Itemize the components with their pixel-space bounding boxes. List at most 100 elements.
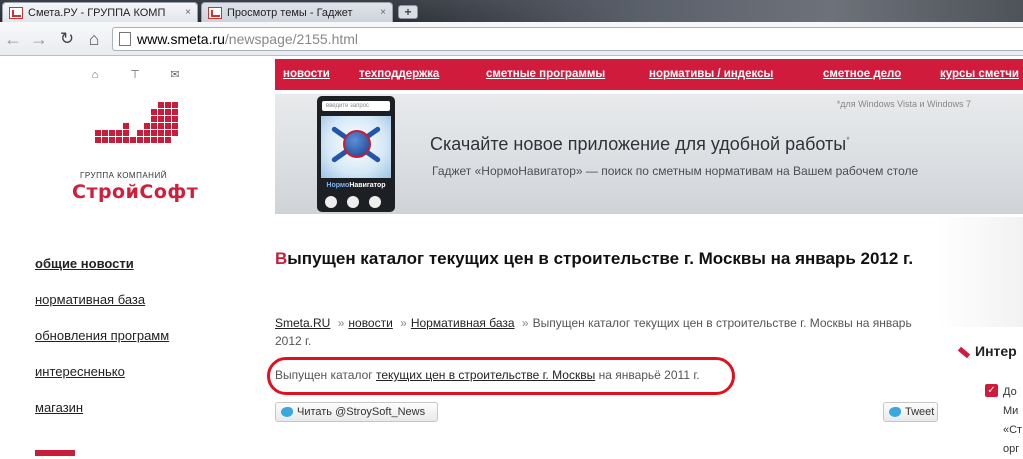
banner-asterisk: * xyxy=(846,135,850,145)
menu-normatives[interactable]: нормативы / индексы xyxy=(649,68,773,80)
highlight-annotation xyxy=(267,357,735,395)
breadcrumb-separator: » xyxy=(337,316,345,330)
people-icon xyxy=(347,196,359,208)
globe-icon xyxy=(343,130,371,158)
banner-subline: Гаджет «НормоНавигатор» — поиск по сметн… xyxy=(432,164,919,178)
logo-pixel xyxy=(123,130,129,136)
menu-support[interactable]: техподдержка xyxy=(359,68,439,80)
home-icon[interactable]: ⌂ xyxy=(83,28,105,50)
banner-note: *для Windows Vista и Windows 7 xyxy=(836,99,971,109)
tab-title: Смета.РУ - ГРУППА КОМП xyxy=(28,6,166,19)
gadget-image: введите запрос НормоНавигатор xyxy=(317,96,395,212)
logo-pixel xyxy=(172,123,178,129)
logo-pixel xyxy=(165,116,171,122)
left-nav: общие новости нормативная база обновлени… xyxy=(35,256,169,456)
reload-icon[interactable]: ↻ xyxy=(56,28,78,50)
help-icon xyxy=(369,196,381,208)
logo-mark[interactable] xyxy=(95,102,178,152)
logo-pixel xyxy=(158,116,164,122)
logo-pixel xyxy=(165,137,171,143)
gadget-label-b: Навигатор xyxy=(349,182,386,189)
logo-name[interactable]: СтройСофт xyxy=(72,181,198,203)
pencil-icon xyxy=(957,346,971,359)
menu-news[interactable]: новости xyxy=(283,68,330,80)
logo-pixel xyxy=(151,109,157,115)
breadcrumb-separator: » xyxy=(521,316,529,330)
breadcrumb-home[interactable]: Smeta.RU xyxy=(275,316,330,330)
gadget-label-a: Нормо xyxy=(326,182,350,189)
breadcrumb-news[interactable]: новости xyxy=(348,316,392,330)
tab-close-icon[interactable]: × xyxy=(185,7,191,18)
url-path: /newspage/2155.html xyxy=(224,31,359,47)
address-bar[interactable]: www.smeta.ru/newspage/2155.html xyxy=(112,27,1023,51)
gadget-screen xyxy=(321,116,391,178)
favicon-icon xyxy=(9,6,23,19)
nav-normative-base[interactable]: нормативная база xyxy=(35,292,169,328)
tab-smeta[interactable]: Смета.РУ - ГРУППА КОМП × xyxy=(2,2,198,22)
browser-toolbar: ← → ↻ ⌂ www.smeta.ru/newspage/2155.html xyxy=(0,22,1023,56)
top-menu: новости техподдержка сметные программы н… xyxy=(275,59,1023,90)
logo-pixel xyxy=(95,130,101,136)
forward-arrow-icon[interactable]: → xyxy=(28,28,50,50)
logo-pixel xyxy=(144,123,150,129)
nav-program-updates[interactable]: обновления программ xyxy=(35,328,169,364)
next-section-heading xyxy=(35,450,75,456)
logo-subtitle: ГРУППА КОМПАНИЙ xyxy=(80,171,167,180)
logo-pixel xyxy=(158,123,164,129)
header-icons: ⌂ ⊤ ✉ xyxy=(88,69,182,81)
logo-pixel xyxy=(151,123,157,129)
follow-label: Читать @StroySoft_News xyxy=(297,406,426,418)
menu-courses[interactable]: курсы сметчи xyxy=(940,68,1019,80)
breadcrumb-section[interactable]: Нормативная база xyxy=(411,316,515,330)
logo-pixel xyxy=(123,123,129,129)
tab-gadget-topic[interactable]: Просмотр темы - Гаджет × xyxy=(201,2,393,22)
logo-pixel xyxy=(144,130,150,136)
page-icon xyxy=(119,32,131,46)
tweet-button[interactable]: Tweet xyxy=(883,402,938,422)
back-arrow-icon[interactable]: ← xyxy=(2,28,24,50)
nav-interesting[interactable]: интересненько xyxy=(35,364,169,400)
right-column-line: орг xyxy=(1003,443,1020,455)
article-title: Выпущен каталог текущих цен в строительс… xyxy=(275,249,935,269)
logo-pixel xyxy=(151,130,157,136)
user-icon xyxy=(325,196,337,208)
mail-icon[interactable]: ✉ xyxy=(168,69,182,81)
right-column-item[interactable]: До Ми «Ст орг xyxy=(1003,383,1022,459)
nav-general-news[interactable]: общие новости xyxy=(35,256,169,292)
logo-pixel xyxy=(172,116,178,122)
right-column-line: Ми xyxy=(1003,405,1019,417)
new-tab-button[interactable]: + xyxy=(398,5,418,19)
tweet-label: Tweet xyxy=(905,406,935,418)
logo-pixel xyxy=(151,137,157,143)
logo-pixel xyxy=(109,130,115,136)
follow-twitter-button[interactable]: Читать @StroySoft_News xyxy=(275,402,438,422)
tab-close-icon[interactable]: × xyxy=(380,7,386,18)
right-column-line: «Ст xyxy=(1003,424,1023,436)
logo-pixel xyxy=(137,130,143,136)
tab-strip: Смета.РУ - ГРУППА КОМП × Просмотр темы -… xyxy=(0,0,1023,22)
logo-pixel xyxy=(116,130,122,136)
twitter-bird-icon xyxy=(889,407,901,417)
window-background xyxy=(383,0,1023,22)
logo-pixel xyxy=(158,102,164,108)
home-icon[interactable]: ⌂ xyxy=(88,69,102,81)
logo-pixel xyxy=(172,102,178,108)
logo-pixel xyxy=(172,130,178,136)
promo-banner[interactable]: *для Windows Vista и Windows 7 введите з… xyxy=(275,94,1023,214)
nav-shop[interactable]: магазин xyxy=(35,400,169,436)
logo-pixel xyxy=(130,137,136,143)
logo-pixel xyxy=(165,130,171,136)
tab-title: Просмотр темы - Гаджет xyxy=(227,6,353,19)
logo-pixel xyxy=(165,109,171,115)
banner-headline: Скачайте новое приложение для удобной ра… xyxy=(430,134,850,155)
right-column-line: До xyxy=(1003,386,1017,398)
sitemap-icon[interactable]: ⊤ xyxy=(128,69,142,81)
menu-estimate-business[interactable]: сметное дело xyxy=(823,68,901,80)
breadcrumb-separator: » xyxy=(400,316,407,330)
right-column-title-text: Интер xyxy=(975,343,1017,359)
checkbox-icon[interactable]: ✓ xyxy=(985,384,998,397)
logo-pixel xyxy=(137,137,143,143)
breadcrumb: Smeta.RU » новости » Нормативная база » Вып… xyxy=(275,314,935,350)
menu-estimate-programs[interactable]: сметные программы xyxy=(486,68,605,80)
logo-pixel xyxy=(165,102,171,108)
